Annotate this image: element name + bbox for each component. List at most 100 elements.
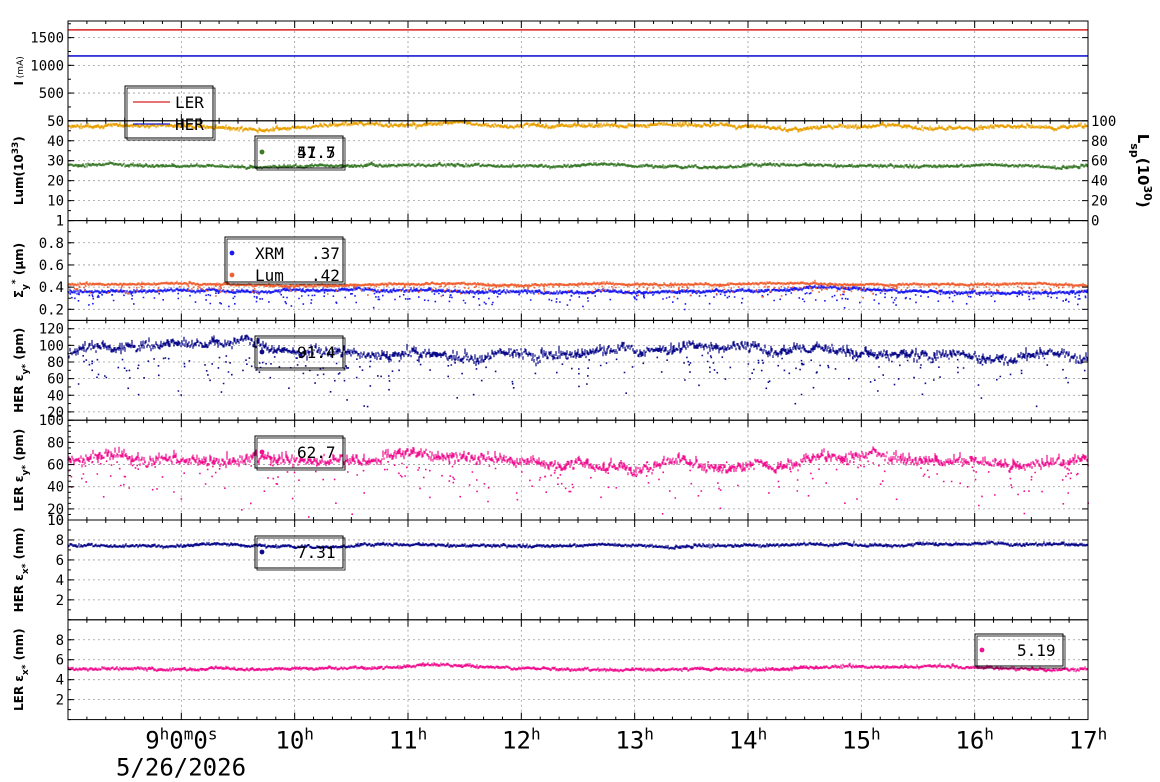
legend-ler_eps_y: 62.7 [254, 435, 346, 471]
legend-current: LER HER [124, 85, 216, 141]
series-band [67, 540, 1088, 550]
x-date-label: 5/26/2026 [116, 754, 246, 782]
y-tick-label: 4 [56, 673, 64, 689]
y-tick-label: 0.2 [39, 302, 64, 318]
right-y-tick-label: 40 [1091, 174, 1108, 190]
y-tick-label: 40 [47, 480, 64, 496]
series-band [67, 161, 1088, 171]
legend-value: .42 [311, 266, 340, 285]
y-tick-label: 50 [47, 114, 64, 130]
legend-swatch-dot [229, 272, 235, 278]
legend-label: XRM [255, 244, 284, 263]
y-tick-label: 10 [47, 194, 64, 210]
legend-swatch-dot [259, 549, 265, 555]
y-tick-label: 100 [39, 413, 64, 429]
y-tick-label: 80 [47, 435, 64, 451]
series-band [67, 446, 1088, 477]
legend-swatch-dot [229, 250, 235, 256]
y-axis-title-her_eps_x: HER εx* (nm) [12, 527, 31, 612]
y-axis-title-sigma: Σy* (μm) [11, 243, 31, 298]
legend-ler_eps_x: 5.19 [974, 633, 1066, 669]
y-tick-label: 20 [47, 174, 64, 190]
x-time-label: 14h [729, 724, 768, 755]
series-outliers [69, 292, 1087, 311]
y-axis-title-her_eps_y: HER εy* (pm) [12, 328, 31, 413]
legend-label: 5.19 [1017, 641, 1056, 660]
series-ler_eps_y-0 [67, 446, 1089, 518]
legend-her_eps_x: 7.31 [254, 535, 346, 571]
y-tick-label: 0.4 [39, 280, 64, 296]
y-axis-title-ler_eps_x: LER εx* (nm) [12, 628, 31, 711]
right-y-tick-label: 20 [1091, 194, 1108, 210]
series-outliers [68, 354, 1086, 408]
x-time-label: 11h [389, 724, 428, 755]
right-y-tick-label: 60 [1091, 154, 1108, 170]
right-y-tick-label: 100 [1091, 114, 1116, 130]
x-time-label: 17h [1069, 724, 1108, 755]
legend-label: 51.7 [297, 143, 336, 162]
panel-frame-current [67, 20, 1089, 122]
y-axis-title-current: I (mA) [12, 56, 26, 85]
y-tick-label: 2 [56, 593, 64, 609]
legend-lum: 47.551.7 [254, 135, 346, 171]
y-tick-label: 2 [56, 693, 64, 709]
legend-swatch-dot [259, 449, 265, 455]
right-y-tick-label: 0 [1091, 214, 1099, 230]
legend-label: HER [175, 115, 204, 134]
x-time-label: 10h [275, 724, 314, 755]
y-tick-label: 1000 [30, 58, 64, 74]
legend-swatch-dot [979, 647, 985, 653]
x-time-label: 9h0m0s [145, 724, 217, 755]
series-sigma-1 [67, 279, 1089, 299]
y-tick-label: 1500 [30, 31, 64, 47]
multi-panel-monitor-chart: 50010001500I (mA)1020304050020406080100L… [11, 20, 1155, 782]
y-tick-label: 6 [56, 553, 64, 569]
y-tick-label: 30 [47, 154, 64, 170]
right-axis-title: Lsp(1030) [1129, 134, 1155, 208]
y-tick-label: 40 [47, 388, 64, 404]
legend-label: 62.7 [297, 443, 336, 462]
y-tick-label: 120 [39, 322, 64, 338]
panel-frame-ler_eps_y [67, 419, 1089, 521]
y-axis-title-lum: Lum(1033) [11, 136, 26, 205]
y-tick-label: 1 [56, 214, 64, 230]
y-tick-label: 8 [56, 633, 64, 649]
right-y-tick-label: 80 [1091, 134, 1108, 150]
panel-frame-her_eps_y [67, 319, 1089, 421]
x-time-label: 13h [615, 724, 654, 755]
y-tick-label: 500 [39, 86, 64, 102]
x-time-label: 15h [842, 724, 881, 755]
legend-layer: LER HER 47.551.7 XRM .37 Lum .42 91.4 62.7 7.31 5.… [124, 85, 1066, 669]
y-tick-label: 40 [47, 134, 64, 150]
series-lum-1 [67, 161, 1088, 171]
legend-label: Lum [255, 266, 284, 285]
series-band [67, 662, 1088, 673]
panel-frame-lum [67, 120, 1089, 222]
legend-swatch-dot [259, 349, 265, 355]
legend-sigma: XRM .37 Lum .42 [224, 236, 346, 285]
y-axis-title-ler_eps_y: LER εy* (pm) [12, 429, 31, 512]
panel-frame-her_eps_x [67, 519, 1089, 621]
y-tick-label: 0.6 [39, 258, 64, 274]
y-tick-label: 60 [47, 458, 64, 474]
x-time-label: 16h [955, 724, 994, 755]
y-tick-label: 4 [56, 573, 64, 589]
panel-frame-sigma [67, 220, 1089, 321]
y-tick-label: 8 [56, 533, 64, 549]
y-tick-label: 100 [39, 338, 64, 354]
series-ler_eps_x-0 [67, 662, 1088, 673]
y-tick-label: 80 [47, 355, 64, 371]
legend-her_eps_y: 91.4 [254, 335, 346, 371]
y-tick-label: 60 [47, 372, 64, 388]
legend-label: LER [175, 93, 204, 112]
series-her_eps_x-0 [67, 540, 1088, 550]
y-tick-label: 0.8 [39, 236, 64, 252]
y-tick-label: 10 [47, 513, 64, 529]
legend-label: 91.4 [297, 343, 336, 362]
legend-value: .37 [311, 244, 340, 263]
x-time-label: 12h [502, 724, 541, 755]
y-tick-label: 6 [56, 653, 64, 669]
legend-swatch-dot [259, 149, 265, 155]
data-layer [67, 29, 1089, 673]
legend-label: 7.31 [297, 543, 336, 562]
